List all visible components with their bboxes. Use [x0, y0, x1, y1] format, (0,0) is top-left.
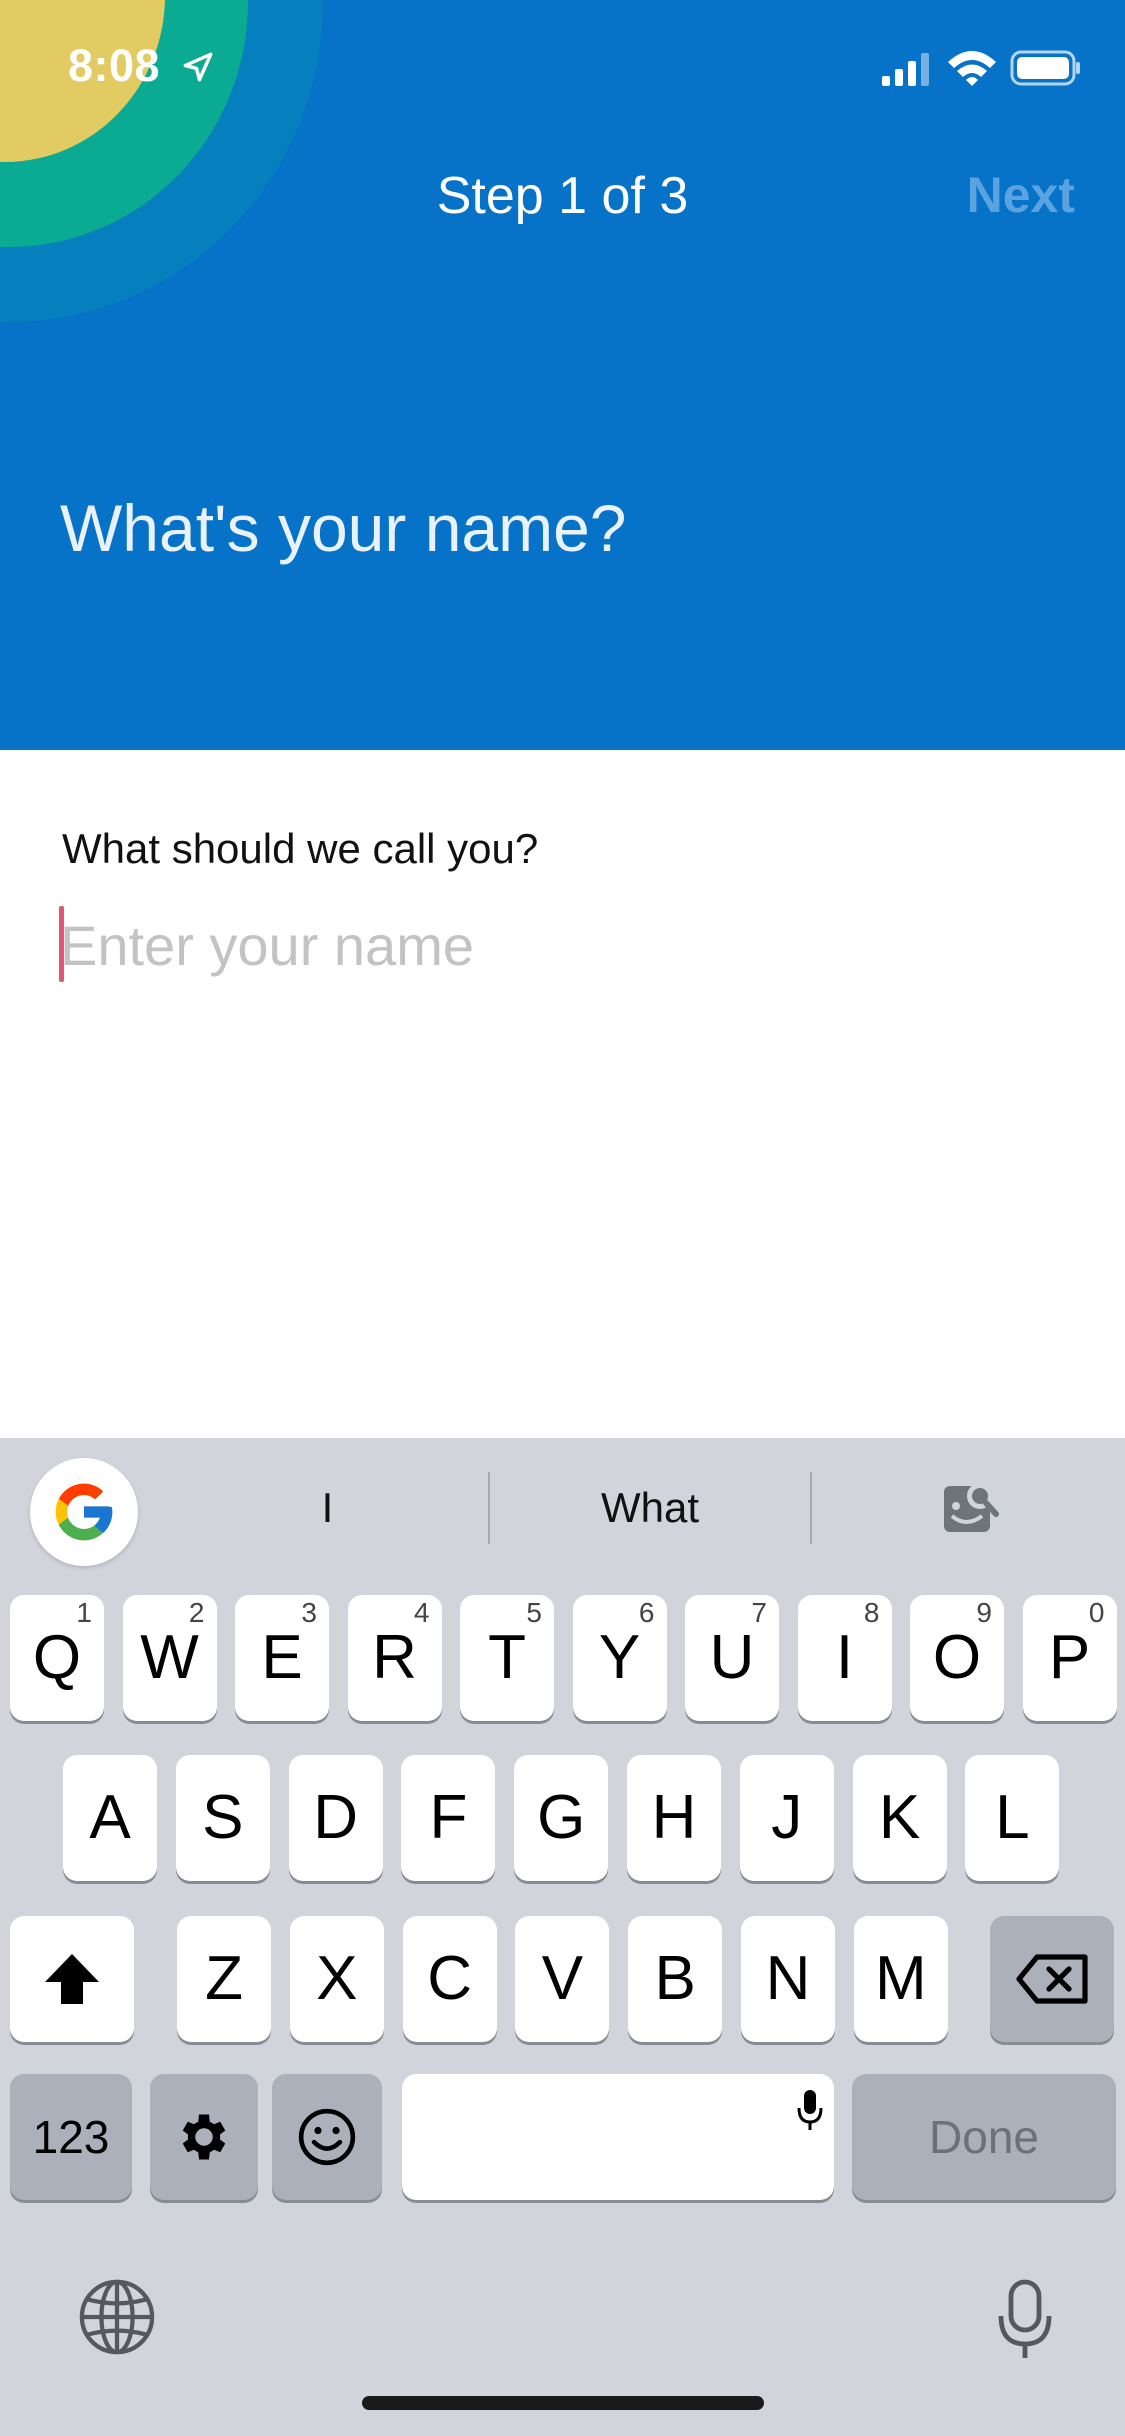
- key-h[interactable]: H: [627, 1755, 721, 1881]
- suggestion-divider: [810, 1472, 812, 1544]
- key-p[interactable]: P0: [1022, 1595, 1117, 1721]
- key-o[interactable]: O9: [910, 1595, 1004, 1721]
- key-label: E: [261, 1623, 303, 1692]
- key-n[interactable]: N: [741, 1916, 835, 2042]
- space-mic-icon: [797, 2090, 823, 2130]
- space-key[interactable]: [402, 2074, 834, 2200]
- key-y[interactable]: Y6: [572, 1595, 667, 1721]
- status-time: 8:08: [68, 40, 161, 91]
- key-label: Q: [32, 1623, 82, 1692]
- key-k[interactable]: K: [852, 1755, 947, 1881]
- key-g[interactable]: G: [514, 1755, 609, 1881]
- key-number-hint: 9: [976, 1597, 992, 1628]
- key-label: Y: [598, 1623, 641, 1692]
- google-g-button[interactable]: [30, 1458, 138, 1566]
- key-d[interactable]: D: [288, 1755, 383, 1881]
- key-s[interactable]: S: [175, 1755, 270, 1881]
- emoji-key[interactable]: [272, 2074, 382, 2200]
- key-r[interactable]: R4: [347, 1595, 442, 1721]
- key-i[interactable]: I8: [797, 1595, 892, 1721]
- key-number-hint: 0: [1088, 1597, 1105, 1628]
- suggestion-1[interactable]: I: [165, 1468, 490, 1548]
- page-heading: What's your name?: [60, 491, 627, 565]
- key-f[interactable]: F: [401, 1755, 496, 1881]
- next-button[interactable]: Next: [967, 166, 1075, 224]
- key-label: R: [372, 1623, 417, 1692]
- key-number-hint: 8: [863, 1597, 880, 1628]
- key-e[interactable]: E3: [235, 1595, 329, 1721]
- step-indicator: Step 1 of 3: [436, 167, 689, 225]
- delete-key[interactable]: [990, 1916, 1114, 2042]
- shift-key[interactable]: [10, 1916, 134, 2042]
- key-label: I: [835, 1623, 854, 1692]
- name-field-label: What should we call you?: [62, 825, 539, 872]
- dictation-mic-icon[interactable]: [994, 2278, 1056, 2362]
- key-label: P: [1048, 1623, 1091, 1692]
- key-a[interactable]: A: [63, 1755, 157, 1881]
- key-label: U: [709, 1623, 755, 1692]
- key-x[interactable]: X: [289, 1916, 384, 2042]
- wifi-icon: [948, 51, 996, 86]
- signal-icon: [882, 53, 929, 86]
- image-search-icon[interactable]: [940, 1476, 1002, 1538]
- keyboard: I What Q1W2E3R4T5Y6U7I8O9P0 ASDFGHJKL ZX…: [0, 1438, 1125, 2436]
- home-indicator: [362, 2396, 764, 2410]
- header: 8:08 Step 1 of 3 Next What's your name?: [0, 0, 1125, 750]
- key-label: O: [932, 1623, 982, 1692]
- key-l[interactable]: L: [965, 1755, 1060, 1881]
- key-number-hint: 4: [413, 1597, 430, 1628]
- key-number-hint: 3: [301, 1597, 317, 1628]
- settings-key[interactable]: [150, 2074, 258, 2200]
- battery-icon: [1010, 50, 1080, 86]
- key-number-hint: 5: [526, 1597, 542, 1628]
- key-b[interactable]: B: [628, 1916, 723, 2042]
- onboarding-screen: 8:08 Step 1 of 3 Next What's your name? …: [0, 0, 1125, 2436]
- google-g-icon: [55, 1483, 113, 1541]
- text-caret: [59, 906, 64, 982]
- location-arrow-icon: [183, 52, 213, 82]
- key-u[interactable]: U7: [685, 1595, 779, 1721]
- key-j[interactable]: J: [739, 1755, 834, 1881]
- key-label: T: [488, 1623, 526, 1692]
- key-t[interactable]: T5: [460, 1595, 554, 1721]
- key-number-hint: 7: [751, 1597, 767, 1628]
- key-number-hint: 1: [76, 1597, 92, 1628]
- shift-icon: [45, 1954, 99, 2004]
- numbers-key[interactable]: 123: [10, 2074, 132, 2200]
- key-number-hint: 6: [638, 1597, 655, 1628]
- key-m[interactable]: M: [853, 1916, 948, 2042]
- key-q[interactable]: Q1: [10, 1595, 104, 1721]
- key-z[interactable]: Z: [177, 1916, 271, 2042]
- key-v[interactable]: V: [515, 1916, 610, 2042]
- emoji-icon: [298, 2108, 356, 2166]
- backspace-icon: [1016, 1954, 1088, 2004]
- key-number-hint: 2: [188, 1597, 205, 1628]
- gear-icon: [182, 2114, 226, 2160]
- key-w[interactable]: W2: [122, 1595, 217, 1721]
- suggestion-2[interactable]: What: [490, 1468, 810, 1548]
- done-key[interactable]: Done: [852, 2074, 1116, 2200]
- key-label: W: [140, 1623, 199, 1692]
- name-input[interactable]: [60, 905, 1060, 985]
- key-c[interactable]: C: [402, 1916, 497, 2042]
- globe-icon[interactable]: [78, 2278, 156, 2356]
